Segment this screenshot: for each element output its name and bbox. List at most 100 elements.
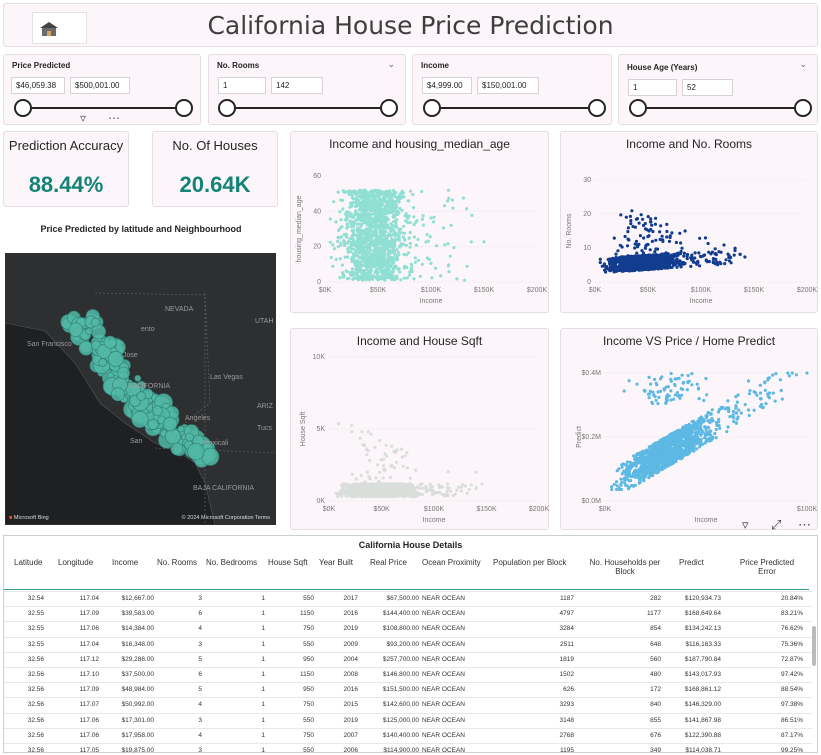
slicer-income[interactable]: Income $4,999.00 $150,001.00 <box>412 54 612 125</box>
scatter-point <box>648 261 652 265</box>
chart-income-predict[interactable]: Income VS Price / Home Predict $0.0M $0.2… <box>560 328 818 530</box>
map-bubble[interactable] <box>177 425 185 433</box>
chart-income-rooms[interactable]: Income and No. Rooms 0 10 20 30 $0K $50K $100K… <box>560 131 818 313</box>
scatter-point <box>480 482 484 486</box>
map-bubble[interactable] <box>162 416 178 432</box>
scatter-point <box>370 212 374 216</box>
scatter-point <box>639 255 643 259</box>
scatter-point <box>405 466 409 470</box>
chevron-down-icon[interactable]: ⌄ <box>799 59 807 70</box>
scatter-point <box>393 224 397 228</box>
map-bubble[interactable] <box>184 432 194 442</box>
x-tick-label: $100K <box>691 287 712 294</box>
scatter-point <box>367 244 371 248</box>
slicer-min-input[interactable]: 1 <box>218 77 266 94</box>
slider-min-handle[interactable] <box>14 99 32 117</box>
scatter-plot[interactable]: 0204060$0K $50K $100K $150K $200KIncomehousi… <box>291 132 550 314</box>
slicer-max-input[interactable]: 52 <box>682 79 733 96</box>
map-bubble[interactable] <box>103 335 117 349</box>
scatter-point <box>428 235 432 239</box>
scatter-point <box>425 232 429 237</box>
map-bubble[interactable] <box>170 442 184 456</box>
map-bubble[interactable] <box>131 410 149 428</box>
slider-max-handle[interactable] <box>588 99 606 117</box>
slicer-max-input[interactable]: $500,001.00 <box>70 77 130 94</box>
scatter-point <box>383 204 387 208</box>
scatter-plot[interactable]: 0102030$0K $50K $100K $150K $200KIncomeNo. R… <box>561 132 819 314</box>
slider-track[interactable] <box>637 107 801 109</box>
scatter-plot[interactable]: $0.0M$0.2M$0.4M$0K $100KIncomePredict <box>561 329 819 531</box>
scatter-point <box>634 239 639 243</box>
scatter-point <box>635 251 639 255</box>
map-bubble[interactable] <box>98 358 107 367</box>
scatter-point <box>405 276 409 280</box>
slicer-min-input[interactable]: $46,059.38 <box>11 77 65 94</box>
map-bubble[interactable] <box>85 327 93 336</box>
scatter-point <box>635 382 639 386</box>
map-bubble[interactable] <box>187 443 205 461</box>
map-bubble[interactable] <box>68 322 84 337</box>
slider-track[interactable] <box>22 107 184 109</box>
scatter-point <box>429 261 433 266</box>
scatter-point <box>380 265 385 269</box>
scatter-point <box>690 372 694 376</box>
scatter-point <box>642 267 646 271</box>
scatter-point <box>366 237 370 241</box>
slicer-max-input[interactable]: 142 <box>271 77 323 94</box>
y-tick-label: 10K <box>313 354 326 361</box>
scatter-point <box>408 476 412 480</box>
y-tick-label: 20 <box>583 211 591 218</box>
slicer-max-input[interactable]: $150,001.00 <box>477 77 539 94</box>
x-tick-label: $50K <box>373 506 390 513</box>
slicer-min-input[interactable]: 1 <box>628 79 677 96</box>
filter-icon[interactable]: ▿ <box>80 111 86 125</box>
chart-income-age[interactable]: Income and housing_median_age 0 20 40 60 $0K… <box>290 131 549 313</box>
x-tick-label: $150K <box>474 287 495 294</box>
map-bubble[interactable] <box>117 366 130 380</box>
scatter-point <box>366 212 370 216</box>
map-bubble[interactable] <box>147 419 159 430</box>
scatter-plot[interactable]: 0K5K10K$0K $50K $100K $150K $200KIncomeHouse… <box>291 329 550 531</box>
slicer-min-input[interactable]: $4,999.00 <box>422 77 472 94</box>
map-bubble[interactable] <box>152 405 163 416</box>
map-visual[interactable]: NEVADA San Francisco UTAH Jose CALIFORNI… <box>5 253 276 525</box>
map-bubble[interactable] <box>136 391 146 401</box>
map-bubble[interactable] <box>91 317 101 327</box>
scatter-point <box>361 269 365 273</box>
scatter-point <box>338 243 343 247</box>
scatter-point <box>381 476 385 480</box>
scatter-point <box>446 470 450 474</box>
scatter-point <box>465 207 469 211</box>
map-bubble[interactable] <box>134 374 142 382</box>
slider-min-handle[interactable] <box>218 99 236 117</box>
scatter-point <box>641 223 646 228</box>
map-bubble[interactable] <box>107 351 124 367</box>
scatter-point <box>382 212 387 216</box>
scatter-point <box>621 259 625 263</box>
slicer-title: Income <box>421 61 450 70</box>
slider-min-handle[interactable] <box>423 99 441 117</box>
map-label: Jose <box>123 352 138 359</box>
slider-track[interactable] <box>227 107 389 109</box>
slider-max-handle[interactable] <box>175 99 193 117</box>
scatter-point <box>387 491 392 495</box>
scatter-point <box>347 210 351 214</box>
map-bubble[interactable] <box>78 340 94 356</box>
slicer-price-predicted[interactable]: Price Predicted $46,059.38 $500,001.00 <box>3 54 201 125</box>
scatter-point <box>392 220 396 224</box>
scatter-point <box>648 220 653 224</box>
scatter-point <box>732 419 736 424</box>
slider-track[interactable] <box>431 107 595 109</box>
slicer-no-rooms[interactable]: No. Rooms ⌄ 1 142 <box>208 54 406 125</box>
slider-min-handle[interactable] <box>629 99 647 117</box>
map-copyright[interactable]: © 2024 Microsoft Corporation Terms <box>182 515 270 521</box>
scatter-point <box>364 490 368 494</box>
map-bubble[interactable] <box>111 387 125 402</box>
chart-income-sqft[interactable]: Income and House Sqft 0K 5K 10K $0K $50K $100… <box>290 328 549 530</box>
more-options-icon[interactable]: ⋯ <box>108 111 120 125</box>
slider-max-handle[interactable] <box>380 99 398 117</box>
chevron-down-icon[interactable]: ⌄ <box>387 59 395 70</box>
scatter-point <box>361 217 365 221</box>
slicer-house-age[interactable]: House Age (Years) ⌄ 1 52 <box>618 54 818 125</box>
slider-max-handle[interactable] <box>794 99 812 117</box>
